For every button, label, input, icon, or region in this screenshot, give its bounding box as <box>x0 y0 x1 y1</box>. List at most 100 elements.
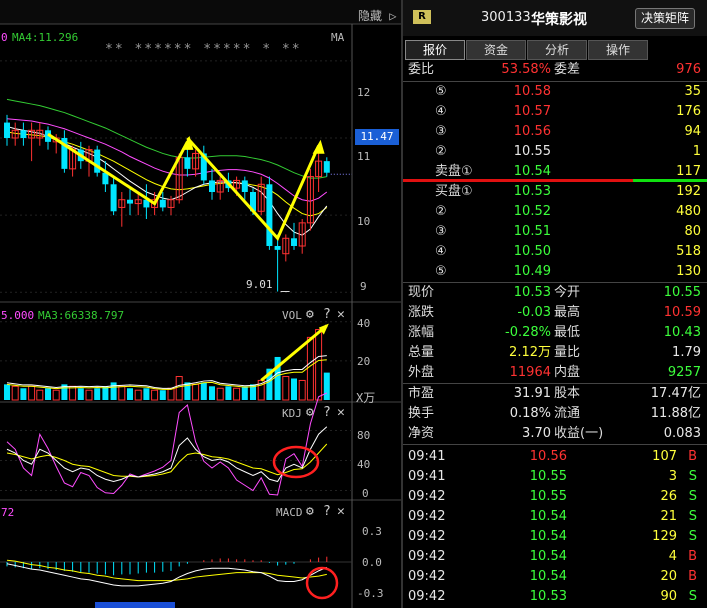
volume-bar <box>85 389 93 401</box>
candle-body <box>266 184 273 246</box>
macd-help-icon[interactable]: ? <box>323 504 331 519</box>
candle-body <box>110 184 117 212</box>
hide-button[interactable]: 隐藏 ▷ <box>358 7 396 24</box>
volume-bar <box>159 390 166 400</box>
price-tick-10: 10 <box>357 215 371 228</box>
macd-left-value: 72 <box>1 506 15 519</box>
bid-volume: 130 <box>676 264 701 279</box>
vol-tick-20: 20 <box>357 355 371 368</box>
vol-tick-40: 40 <box>357 317 371 330</box>
trade-price: 10.54 <box>529 549 567 564</box>
kdj-close-icon[interactable]: ✕ <box>337 405 345 420</box>
fundamental-row: 市盈 31.91 股本 17.47亿 <box>403 384 707 404</box>
volume-bar <box>306 336 314 401</box>
trade-side: S <box>688 529 697 544</box>
kdj-tick-80: 80 <box>357 429 371 442</box>
tab-funds[interactable]: 资金 <box>466 40 526 60</box>
stat-label: 内盘 <box>554 365 581 380</box>
bid-level: ④ <box>435 244 447 259</box>
candle-body <box>241 180 248 192</box>
fundamental-label: 净资 <box>408 426 435 441</box>
trade-side: B <box>688 549 697 564</box>
stat-label: 今开 <box>554 285 581 300</box>
bid-row: 买盘① 10.53 192 <box>403 182 707 202</box>
macd-close-icon[interactable]: ✕ <box>337 504 345 519</box>
bid-price: 10.52 <box>513 204 551 219</box>
trade-price: 10.55 <box>529 469 567 484</box>
separator <box>403 444 707 445</box>
trade-volume: 3 <box>668 469 677 484</box>
bid-row: ③ 10.51 80 <box>403 222 707 242</box>
volume-bar <box>94 388 101 400</box>
quote-tabs: 报价 资金 分析 操作 <box>403 40 707 60</box>
weibi-row: 委比 53.58% 委差 976 <box>403 60 707 80</box>
bid-volume: 518 <box>676 244 701 259</box>
weibi-value: 53.58% <box>501 62 551 77</box>
trade-time: 09:41 <box>408 449 446 464</box>
highlight-circle <box>305 566 339 600</box>
ask-level: ⑤ <box>435 84 447 99</box>
r-badge: R <box>413 10 431 24</box>
trade-volume: 21 <box>660 509 677 524</box>
trading-window: 隐藏 ▷ 0 MA4:11.296 MA ** ****** ***** * *… <box>0 0 707 608</box>
volume-bar <box>134 389 142 401</box>
volume-bar <box>282 376 290 401</box>
stat-value: -0.03 <box>517 305 551 320</box>
macd-indicator-name: MACD <box>276 506 303 519</box>
weibi-label: 委比 <box>408 62 435 77</box>
volume-bar <box>315 329 323 401</box>
volume-bar <box>200 382 207 400</box>
kline-chart-area[interactable]: 隐藏 ▷ 0 MA4:11.296 MA ** ****** ***** * *… <box>0 0 401 608</box>
bid-level: ⑤ <box>435 264 447 279</box>
trade-row: 09:42 10.54 20 B <box>403 567 707 587</box>
tab-quote[interactable]: 报价 <box>405 40 465 60</box>
trade-side: S <box>688 469 697 484</box>
bid-price: 10.49 <box>513 264 551 279</box>
decision-matrix-button[interactable]: 决策矩阵 <box>635 8 695 29</box>
trade-row: 09:42 10.55 26 S <box>403 487 707 507</box>
vol-gear-icon[interactable]: ⚙ <box>306 307 314 322</box>
macd-dif-line <box>6 563 327 587</box>
volume-bar <box>11 385 19 401</box>
macd-dea-line <box>6 559 327 582</box>
stat-row: 涨跌 -0.03 最高 10.59 <box>403 303 707 323</box>
vol-left-value: 5.000 <box>1 309 35 322</box>
stat-label: 最高 <box>554 305 581 320</box>
stat-value: 10.53 <box>513 285 551 300</box>
quote-header: R 300133 华策影视 决策矩阵 <box>403 0 707 36</box>
stat-value: 10.55 <box>663 285 701 300</box>
trade-price: 10.56 <box>529 449 567 464</box>
volume-bar <box>36 389 44 401</box>
vol-help-icon[interactable]: ? <box>323 307 331 322</box>
price-ma-toggle[interactable]: MA <box>331 31 344 44</box>
stat-value: 10.59 <box>663 305 701 320</box>
kdj-gear-icon[interactable]: ⚙ <box>306 405 314 420</box>
volume-bar <box>45 388 51 400</box>
trade-price: 10.55 <box>529 489 567 504</box>
kdj-help-icon[interactable]: ? <box>323 405 331 420</box>
fundamental-label: 流通 <box>554 406 581 421</box>
price-ma-left: 0 <box>1 31 8 44</box>
stat-value: 2.12万 <box>509 345 551 360</box>
arrow-head <box>312 139 325 154</box>
vol-close-icon[interactable]: ✕ <box>337 307 345 322</box>
tab-analysis[interactable]: 分析 <box>527 40 587 60</box>
volume-bar <box>127 388 133 400</box>
volume-bar <box>192 383 200 401</box>
volume-bar <box>77 388 84 400</box>
tab-operate[interactable]: 操作 <box>588 40 648 60</box>
bid-row: ② 10.52 480 <box>403 202 707 222</box>
stat-row: 外盘 11964 内盘 9257 <box>403 363 707 383</box>
bid-level: ③ <box>435 224 447 239</box>
price-tick-11: 11 <box>357 150 371 163</box>
fundamental-value: 17.47亿 <box>650 386 701 401</box>
vol-ma3-label: MA3:66338.797 <box>38 309 125 322</box>
stat-label: 外盘 <box>408 365 435 380</box>
candle-body <box>323 161 330 173</box>
volume-bar <box>291 378 297 400</box>
trade-time: 09:42 <box>408 589 446 604</box>
stat-value: 1.79 <box>672 345 701 360</box>
ask-level: ③ <box>435 124 447 139</box>
macd-gear-icon[interactable]: ⚙ <box>306 504 314 519</box>
trade-volume: 26 <box>660 489 677 504</box>
